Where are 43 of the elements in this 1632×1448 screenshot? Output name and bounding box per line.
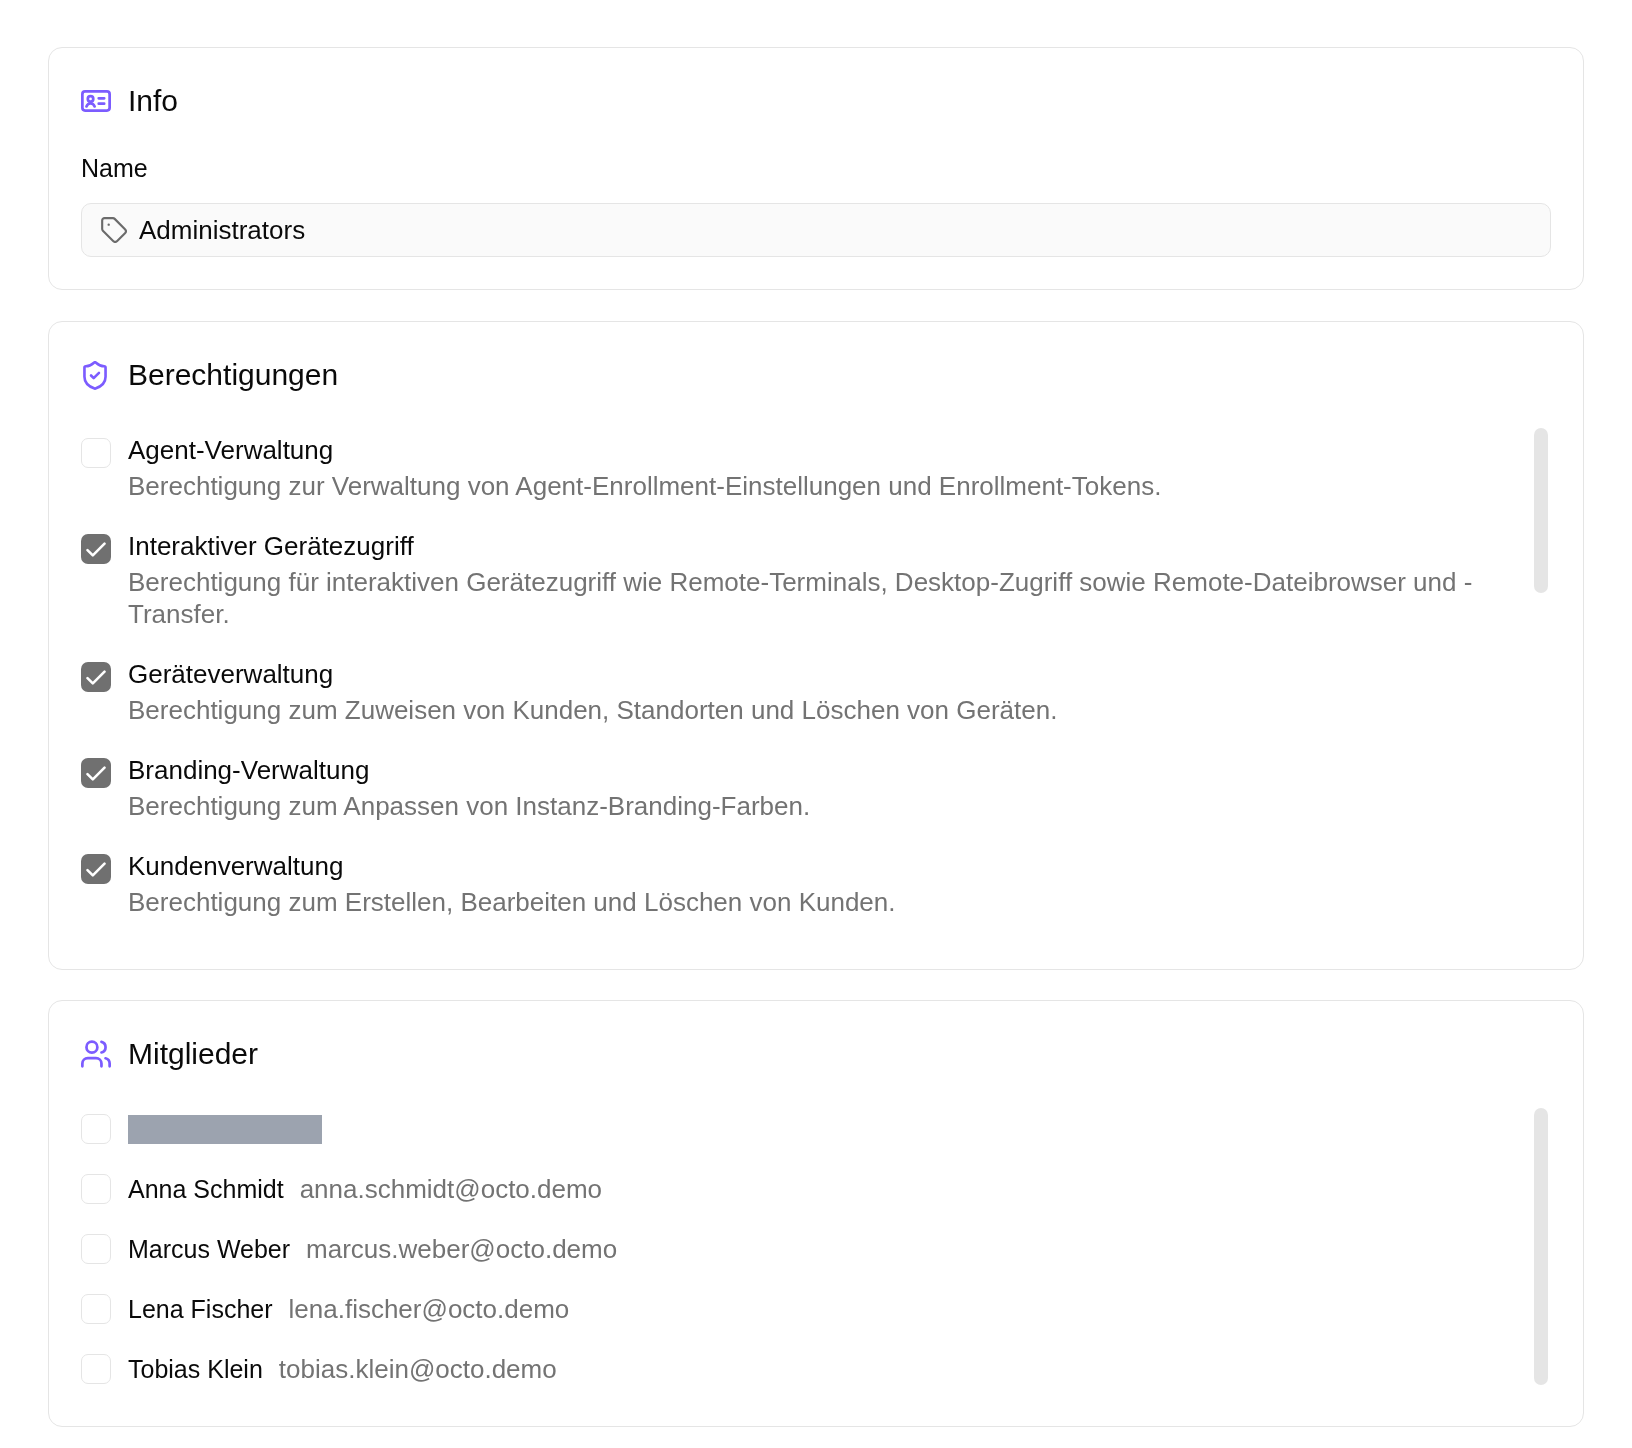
- permission-label: Branding-Verwaltung: [128, 754, 370, 787]
- checkbox[interactable]: [81, 854, 111, 884]
- permission-label: Kundenverwaltung: [128, 850, 344, 883]
- permission-description: Berechtigung zum Anpassen von Instanz-Branding-Farben.: [128, 790, 811, 822]
- checkbox[interactable]: [81, 662, 111, 692]
- section-title: Berechtigungen: [128, 357, 339, 393]
- field-label: Name: [81, 153, 148, 184]
- checkbox[interactable]: [81, 1294, 111, 1324]
- check-icon: [86, 765, 106, 781]
- scrollbar-thumb[interactable]: [1534, 428, 1548, 593]
- checkbox[interactable]: [81, 534, 111, 564]
- member-name: Marcus Weber: [128, 1234, 291, 1265]
- name-field[interactable]: Administrators: [81, 203, 1551, 257]
- id-card-icon: [81, 90, 111, 112]
- member-email: lena.fischer@octo.demo: [288, 1293, 570, 1326]
- scrollbar-thumb[interactable]: [1534, 1108, 1548, 1385]
- checkbox[interactable]: [81, 1114, 111, 1144]
- member-email: marcus.weber@octo.demo: [306, 1233, 618, 1266]
- checkbox[interactable]: [81, 1234, 111, 1264]
- shield-check-icon: [83, 360, 107, 390]
- member-name: Anna Schmidt: [128, 1174, 284, 1205]
- permission-description: Berechtigung zum Erstellen, Bearbeiten und Löschen von Kunden.: [128, 886, 896, 918]
- permission-description: Berechtigung zur Verwaltung von Agent-Enrollment-Einstellungen und Enrollment-Tokens.: [128, 470, 1162, 502]
- member-email: anna.schmidt@octo.demo: [299, 1173, 603, 1206]
- member-name: Lena Fischer: [128, 1294, 273, 1325]
- check-icon: [86, 669, 106, 685]
- member-name: Tobias Klein: [128, 1354, 263, 1385]
- permission-label: Interaktiver Gerätezugriff: [128, 530, 414, 563]
- checkbox[interactable]: [81, 758, 111, 788]
- permission-label: Geräteverwaltung: [128, 658, 334, 691]
- checkbox[interactable]: [81, 1354, 111, 1384]
- checkbox[interactable]: [81, 1174, 111, 1204]
- permission-description: Berechtigung für interaktiven Gerätezugriff wie Remote-Terminals, Desktop-Zugriff sowie Remote-Dateibrowser und -Transfer.: [128, 566, 1474, 630]
- tag-icon: [101, 217, 127, 243]
- checkbox[interactable]: [81, 438, 111, 468]
- permission-description: Berechtigung zum Zuweisen von Kunden, Standorten und Löschen von Geräten.: [128, 694, 1058, 726]
- member-email: tobias.klein@octo.demo: [278, 1353, 557, 1386]
- permission-label: Agent-Verwaltung: [128, 434, 334, 467]
- section-title: Mitglieder: [128, 1036, 259, 1072]
- section-title: Info: [128, 83, 179, 119]
- check-icon: [86, 541, 106, 557]
- users-icon: [81, 1040, 111, 1068]
- check-icon: [86, 861, 106, 877]
